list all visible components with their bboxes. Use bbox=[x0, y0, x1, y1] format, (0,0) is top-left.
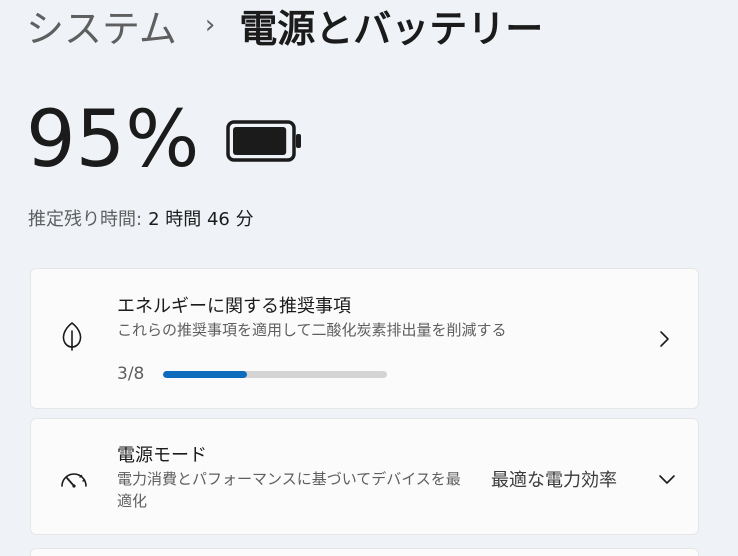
progress-bar bbox=[163, 370, 387, 378]
recommendations-title: エネルギーに関する推奨事項 bbox=[117, 296, 351, 317]
estimate-value: 2 時間 46 分 bbox=[148, 209, 254, 230]
page-title: 電源とバッテリー bbox=[239, 6, 544, 51]
breadcrumb-parent-system[interactable]: システム bbox=[26, 0, 177, 53]
next-settings-card[interactable] bbox=[30, 548, 699, 556]
chevron-right-icon bbox=[657, 329, 671, 353]
progress-bar-fill bbox=[163, 370, 247, 378]
power-mode-dropdown[interactable]: 最適な電力効率 bbox=[491, 466, 617, 492]
estimated-time-remaining: 推定残り時間: 2 時間 46 分 bbox=[28, 208, 254, 232]
battery-percentage: 95% bbox=[26, 95, 200, 185]
power-mode-title: 電源モード bbox=[117, 445, 207, 466]
breadcrumb-separator: › bbox=[204, 10, 216, 40]
leaf-icon bbox=[59, 321, 85, 355]
recommendations-description: これらの推奨事項を適用して二酸化炭素排出量を削減する bbox=[117, 321, 507, 339]
estimate-label: 推定残り時間: bbox=[28, 209, 143, 230]
progress-count: 3/8 bbox=[117, 364, 145, 384]
recommendations-progress: 3/8 bbox=[117, 364, 387, 384]
power-mode-card: 電源モード 電力消費とパフォーマンスに基づいてデバイスを最適化 最適な電力効率 bbox=[30, 418, 699, 535]
breadcrumb: システム › 電源とバッテリー bbox=[26, 0, 544, 53]
chevron-down-icon[interactable] bbox=[657, 471, 677, 490]
speedometer-icon bbox=[59, 467, 89, 495]
settings-page: システム › 電源とバッテリー 95% 推定残り時間: 2 時間 46 分 エネル… bbox=[0, 0, 738, 556]
battery-icon bbox=[226, 120, 302, 166]
power-mode-description: 電力消費とパフォーマンスに基づいてデバイスを最適化 bbox=[117, 470, 461, 510]
energy-recommendations-card[interactable]: エネルギーに関する推奨事項 これらの推奨事項を適用して二酸化炭素排出量を削減する… bbox=[30, 268, 699, 409]
